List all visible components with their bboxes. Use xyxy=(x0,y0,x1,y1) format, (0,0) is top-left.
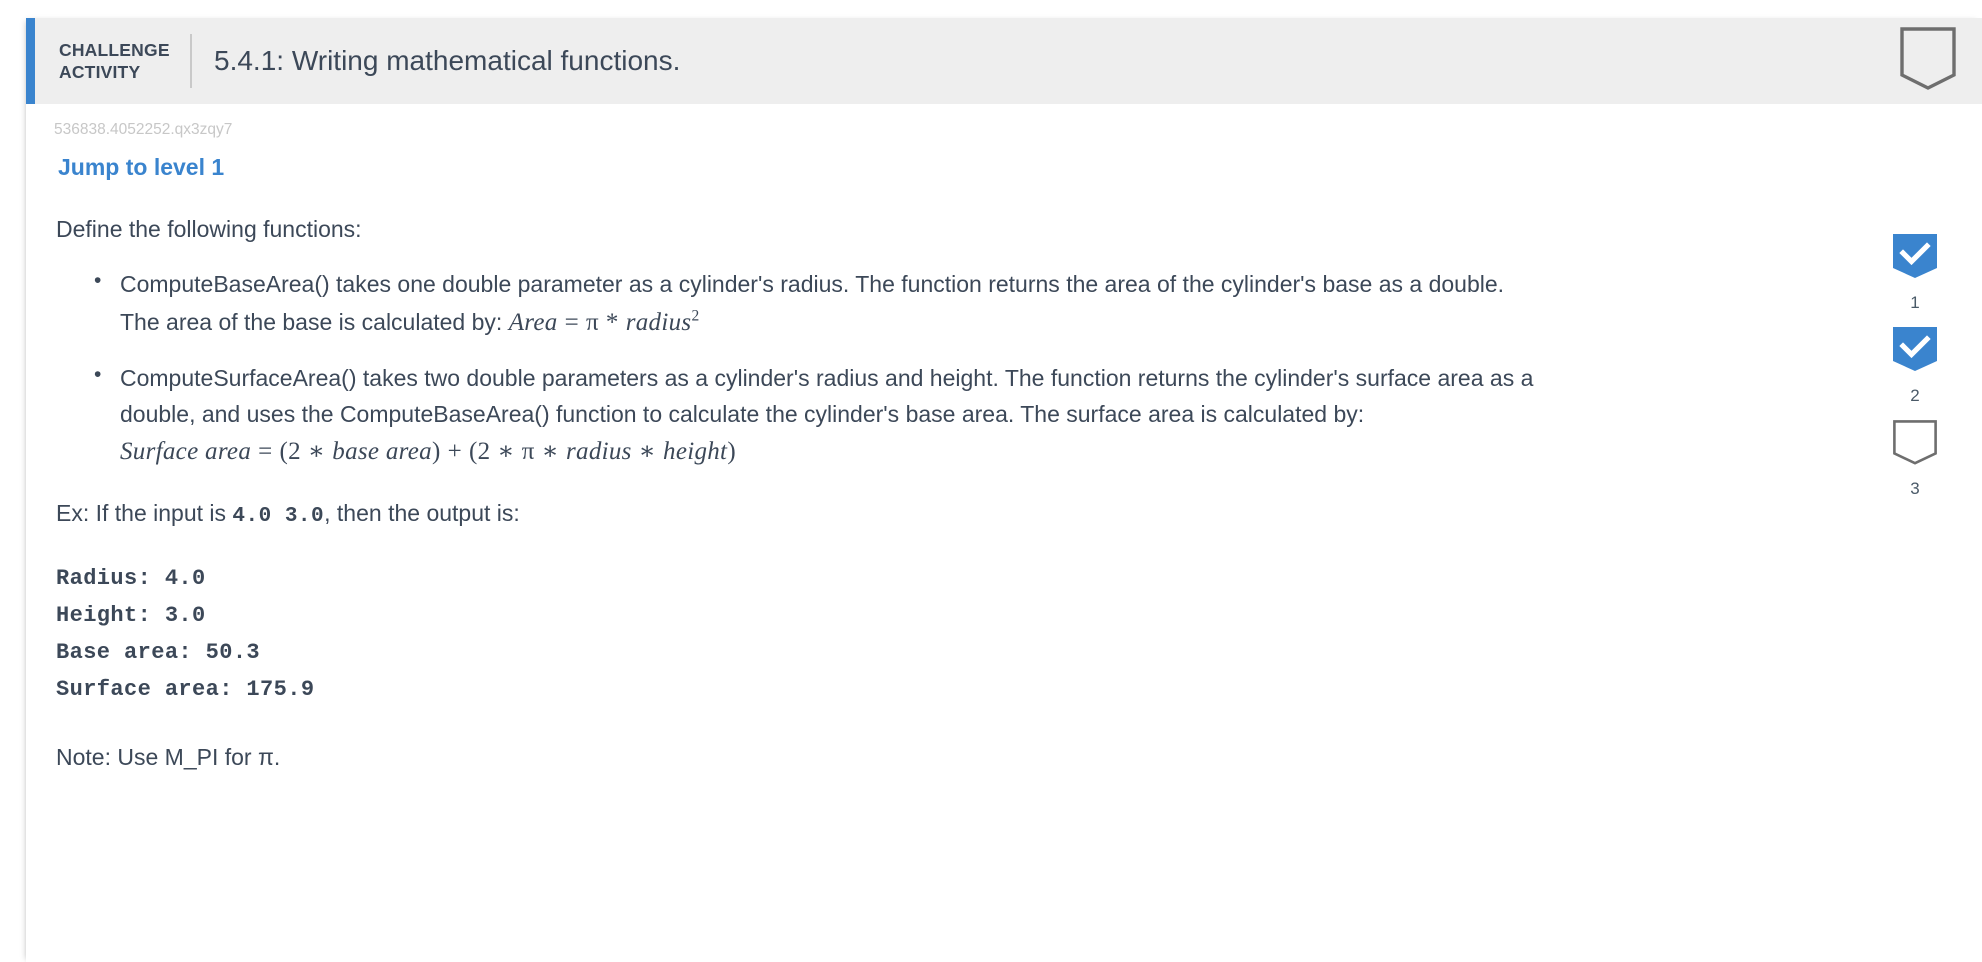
formula-equals: = xyxy=(258,438,273,466)
formula-times-4: ∗ xyxy=(638,438,657,466)
formula-times-3: ∗ xyxy=(541,438,559,466)
formula-times-2: ∗ xyxy=(497,438,515,466)
formula-close-paren-2: ) xyxy=(727,438,736,466)
formula-open-paren-2: ( xyxy=(469,438,478,466)
step-label: 3 xyxy=(1910,479,1920,498)
kicker-line-1: CHALLENGE xyxy=(59,39,170,60)
formula-times: * xyxy=(605,308,619,336)
bullet-1-text: ComputeBaseArea() takes one double param… xyxy=(120,271,1505,335)
formula-pi: π xyxy=(521,438,535,466)
note-paragraph: Note: Use M_PI for π. xyxy=(56,743,281,770)
formula-base-area-term: base area xyxy=(332,438,432,466)
formula-equals: = xyxy=(564,308,579,336)
activity-card: CHALLENGE ACTIVITY 5.4.1: Writing mathem… xyxy=(26,18,1982,962)
banner-outline-icon xyxy=(1898,26,1958,97)
example-paragraph: Ex: If the input is 4.0 3.0, then the ou… xyxy=(56,497,1862,532)
step-label: 1 xyxy=(1910,293,1920,312)
banner-check-icon xyxy=(1893,234,1937,287)
activity-header: CHALLENGE ACTIVITY 5.4.1: Writing mathem… xyxy=(26,18,1982,104)
formula-two-a: 2 xyxy=(288,438,301,466)
activity-body: 536838.4052252.qx3zqy7 Jump to level 1 D… xyxy=(26,104,1982,774)
formula-surface-area: Surface area = (2 ∗ base area) + (2 ∗ π ∗ radius ∗ h… xyxy=(120,438,736,465)
formula-height-term: height xyxy=(663,438,728,466)
formula-times-1: ∗ xyxy=(307,438,326,466)
formula-close-paren-1: ) xyxy=(431,438,441,466)
accent-bar xyxy=(26,18,35,104)
example-prefix: Ex: If the input is xyxy=(56,500,233,527)
challenge-activity-kicker: CHALLENGE ACTIVITY xyxy=(35,39,190,84)
activity-content: Define the following functions: ComputeB… xyxy=(26,213,1982,774)
output-line: Surface area: 175.9 xyxy=(56,676,315,702)
output-line: Height: 3.0 xyxy=(56,602,206,628)
example-input-value: 4.0 3.0 xyxy=(232,505,325,529)
output-line: Base area: 50.3 xyxy=(56,639,261,665)
formula-base-area: Area = π * radius2 xyxy=(508,307,700,336)
level-progress-indicators: 1 2 3 xyxy=(1882,234,1948,513)
list-item: ComputeBaseArea() takes one double param… xyxy=(94,265,1540,341)
formula-lhs: Surface area xyxy=(120,438,252,466)
formula-exponent: 2 xyxy=(691,307,700,325)
step-indicator-1[interactable]: 1 xyxy=(1893,234,1937,311)
formula-radius: radius xyxy=(625,308,692,336)
activity-title: 5.4.1: Writing mathematical functions. xyxy=(214,45,681,76)
formula-open-paren-1: ( xyxy=(279,438,289,466)
banner-outline-icon xyxy=(1893,420,1937,473)
example-suffix: , then the output is: xyxy=(324,500,520,527)
bullet-2-text: ComputeSurfaceArea() takes two double pa… xyxy=(120,364,1534,427)
formula-lhs: Area xyxy=(508,308,558,336)
formula-two-b: 2 xyxy=(477,438,491,466)
intro-paragraph: Define the following functions: xyxy=(56,216,362,243)
step-indicator-2[interactable]: 2 xyxy=(1893,327,1937,404)
formula-pi: π xyxy=(585,308,599,336)
formula-radius-term: radius xyxy=(566,438,632,466)
output-line: Radius: 4.0 xyxy=(56,565,206,591)
step-label: 2 xyxy=(1910,386,1920,405)
example-output-block: Radius: 4.0 Height: 3.0 Base area: 50.3 … xyxy=(56,561,1862,709)
challenge-activity-page: CHALLENGE ACTIVITY 5.4.1: Writing mathem… xyxy=(0,0,1982,962)
kicker-line-2: ACTIVITY xyxy=(59,62,141,82)
jump-to-level-link[interactable]: Jump to level 1 xyxy=(58,154,224,181)
list-item: ComputeSurfaceArea() takes two double pa… xyxy=(94,359,1540,471)
function-requirements-list: ComputeBaseArea() takes one double param… xyxy=(56,265,1862,471)
activity-id: 536838.4052252.qx3zqy7 xyxy=(54,121,233,138)
formula-plus: + xyxy=(447,438,463,466)
step-indicator-3[interactable]: 3 xyxy=(1893,420,1937,497)
banner-check-icon xyxy=(1893,327,1937,380)
